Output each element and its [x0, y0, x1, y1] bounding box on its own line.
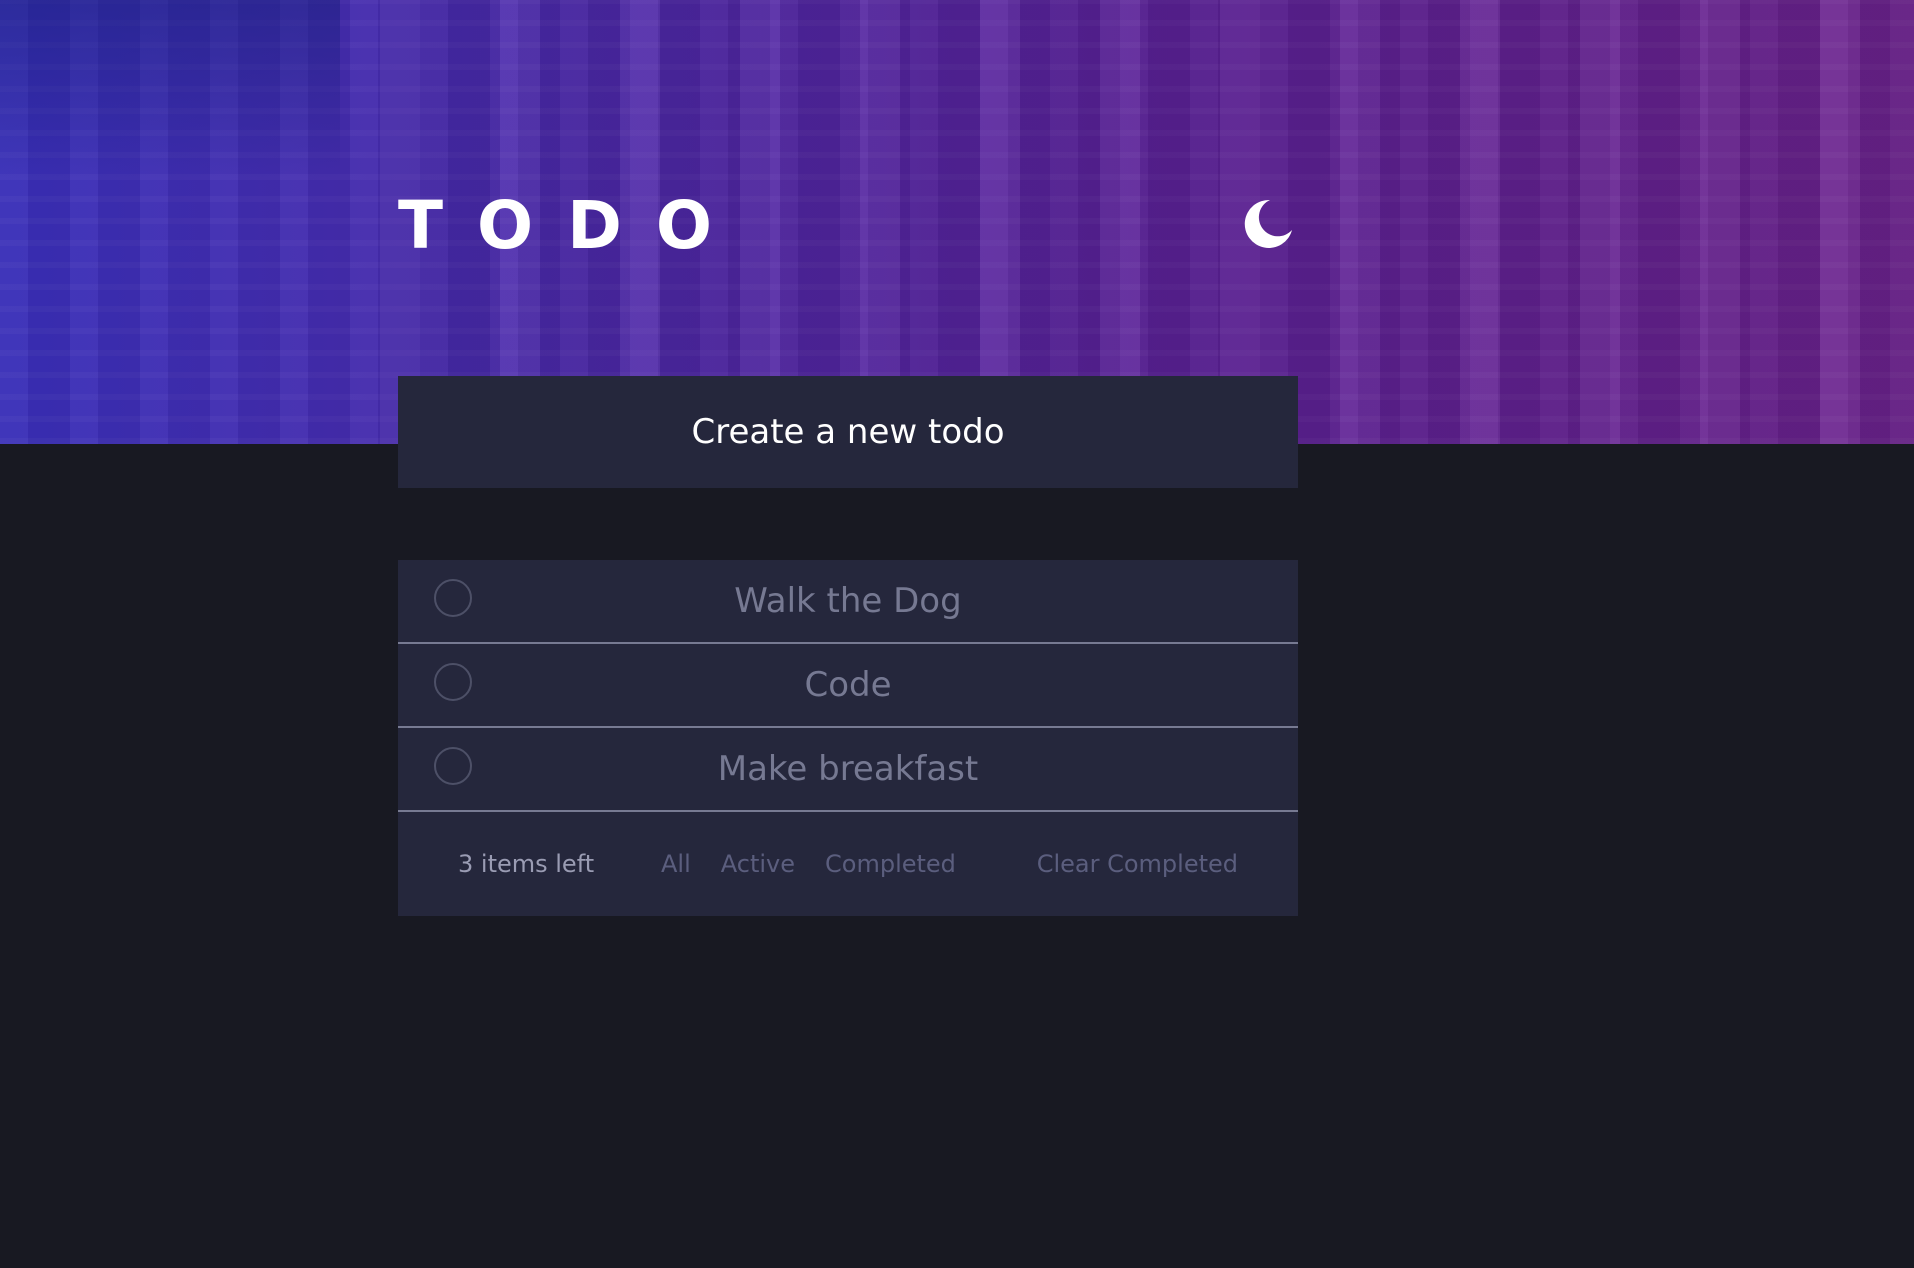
- filter-group: All Active Completed: [661, 850, 956, 878]
- filter-active[interactable]: Active: [721, 850, 795, 878]
- new-todo-input[interactable]: [398, 376, 1298, 488]
- todo-footer: 3 items left All Active Completed Clear …: [398, 812, 1298, 916]
- app-page: TODO Walk the Dog Code Make breakfast 3 …: [0, 0, 1914, 1268]
- new-todo-card: [398, 376, 1298, 488]
- todo-list: Walk the Dog Code Make breakfast 3 items…: [398, 560, 1298, 916]
- hero-shade: [0, 0, 340, 180]
- moon-icon: [1240, 196, 1296, 252]
- todo-checkbox[interactable]: [434, 747, 472, 785]
- app-title: TODO: [398, 187, 747, 264]
- todo-checkbox[interactable]: [434, 579, 472, 617]
- todo-text: Make breakfast: [717, 749, 979, 789]
- todo-item[interactable]: Make breakfast: [398, 728, 1298, 812]
- todo-item[interactable]: Code: [398, 644, 1298, 728]
- items-left-count: 3 items left: [458, 850, 595, 878]
- theme-toggle-button[interactable]: [1240, 196, 1296, 252]
- todo-text: Walk the Dog: [734, 581, 962, 621]
- todo-text: Code: [804, 665, 892, 705]
- todo-checkbox[interactable]: [434, 663, 472, 701]
- filter-completed[interactable]: Completed: [825, 850, 956, 878]
- filter-all[interactable]: All: [661, 850, 691, 878]
- todo-item[interactable]: Walk the Dog: [398, 560, 1298, 644]
- clear-completed-button[interactable]: Clear Completed: [1037, 850, 1238, 878]
